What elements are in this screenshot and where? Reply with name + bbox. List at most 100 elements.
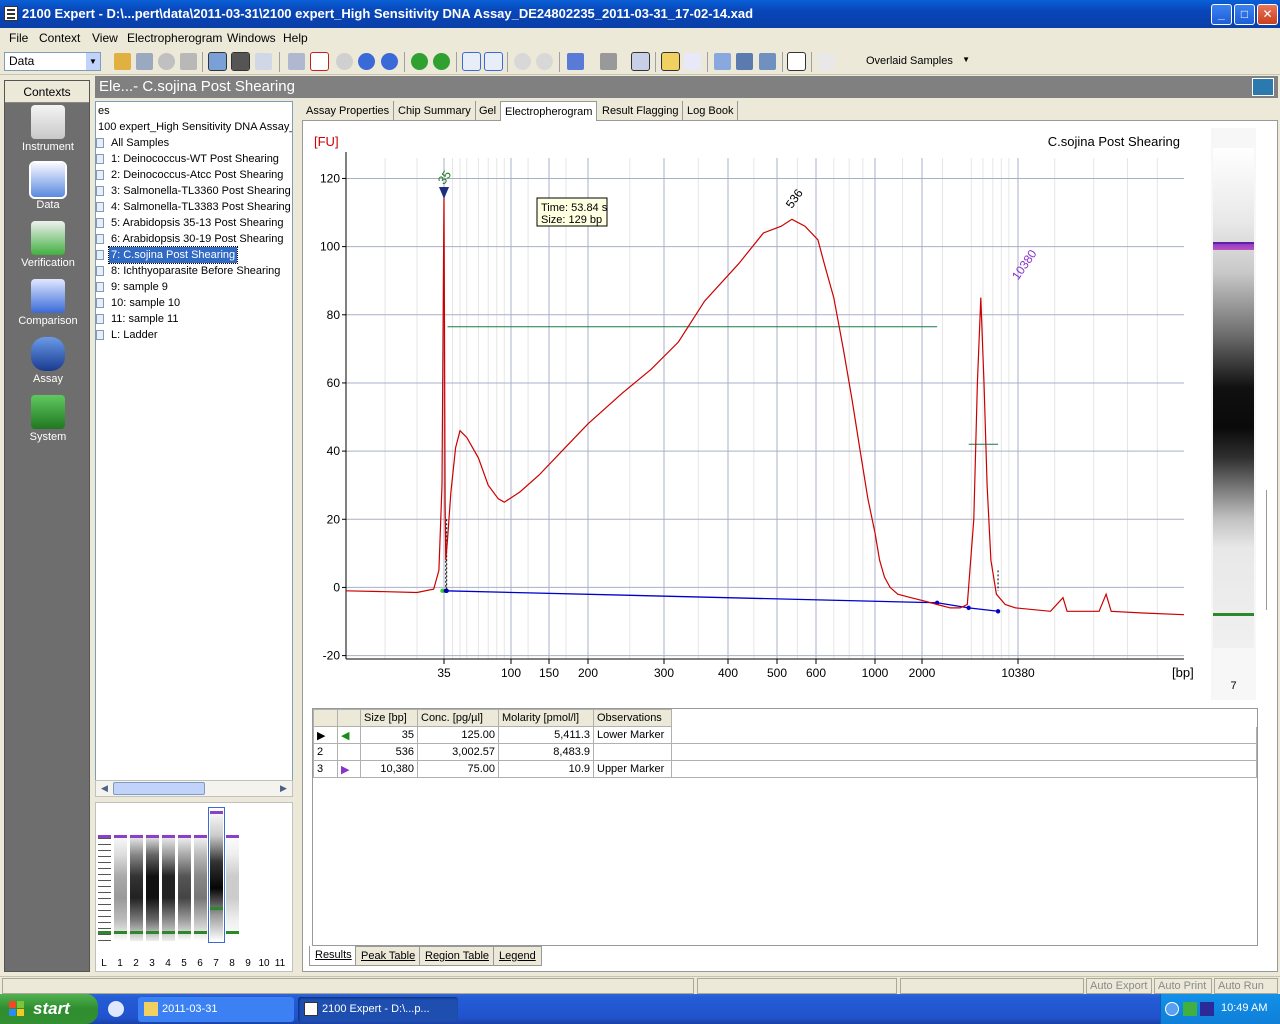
data-icon bbox=[29, 161, 67, 199]
cell-observation: Upper Marker bbox=[593, 760, 672, 778]
gel-lane[interactable] bbox=[274, 833, 287, 941]
menu-context[interactable]: Context bbox=[39, 31, 80, 45]
task-2100-expert[interactable]: 2100 Expert - D:\...p... bbox=[298, 997, 458, 1022]
gel-lane[interactable] bbox=[226, 833, 239, 941]
gel-lane[interactable] bbox=[194, 833, 207, 941]
forward-arrow-icon[interactable] bbox=[433, 53, 450, 70]
chart-overlay-icon[interactable] bbox=[787, 52, 806, 71]
print-icon[interactable] bbox=[180, 53, 197, 70]
monitor-icon[interactable] bbox=[736, 53, 753, 70]
hand-tool-icon[interactable] bbox=[600, 53, 617, 70]
stop-icon[interactable] bbox=[381, 53, 398, 70]
open-folder-icon[interactable] bbox=[114, 53, 131, 70]
context-assay[interactable]: Assay bbox=[5, 337, 91, 393]
peak-tool-icon[interactable] bbox=[567, 53, 584, 70]
grid-view-icon[interactable] bbox=[231, 52, 250, 71]
windows-icon[interactable] bbox=[759, 53, 776, 70]
sample-icon bbox=[96, 314, 104, 324]
tab-results[interactable]: Results bbox=[309, 946, 358, 966]
right-edge-scroll[interactable] bbox=[1266, 490, 1274, 610]
window-title: 2100 Expert - D:\...pert\data\2011-03-31… bbox=[22, 6, 754, 21]
window-corner-icon[interactable] bbox=[1252, 78, 1274, 96]
tab-assay-properties[interactable]: Assay Properties bbox=[302, 101, 395, 121]
system-tray: 10:49 AM bbox=[1160, 994, 1280, 1024]
task-explorer-folder[interactable]: 2011-03-31 bbox=[138, 997, 294, 1022]
gel-lane-label: 7 bbox=[213, 958, 219, 969]
menu-view[interactable]: View bbox=[92, 31, 118, 45]
back-arrow-icon[interactable] bbox=[411, 53, 428, 70]
menu-help[interactable]: Help bbox=[283, 31, 308, 45]
gel-lane[interactable] bbox=[114, 833, 127, 941]
tab-legend[interactable]: Legend bbox=[493, 946, 542, 966]
cell-molarity: 5,411.3 bbox=[498, 726, 594, 744]
pause-icon[interactable] bbox=[358, 53, 375, 70]
start-button[interactable]: start bbox=[0, 994, 98, 1024]
table-row[interactable]: 2 536 3,002.57 8,483.9 bbox=[313, 743, 1257, 761]
axis-tool-icon[interactable] bbox=[818, 53, 835, 70]
zoom-in-icon[interactable] bbox=[514, 53, 531, 70]
observations-header: Observations bbox=[593, 709, 672, 727]
table-icon[interactable] bbox=[714, 53, 731, 70]
close-button[interactable]: ✕ bbox=[1257, 4, 1278, 25]
single-view-icon[interactable] bbox=[462, 52, 481, 71]
compare-icon[interactable] bbox=[661, 52, 680, 71]
tray-expand-icon[interactable] bbox=[1165, 1002, 1179, 1016]
lower-marker-band bbox=[178, 931, 191, 934]
context-verification[interactable]: Verification bbox=[5, 221, 91, 277]
tile-view-icon[interactable] bbox=[484, 52, 503, 71]
gel-lane[interactable] bbox=[162, 833, 175, 941]
cell-size: 536 bbox=[360, 743, 418, 761]
save-icon[interactable] bbox=[136, 53, 153, 70]
minimize-button[interactable]: _ bbox=[1211, 4, 1232, 25]
gel-lane[interactable] bbox=[130, 833, 143, 941]
context-system-label: System bbox=[29, 431, 67, 443]
gel-lane[interactable] bbox=[208, 807, 225, 943]
scroll-thumb[interactable] bbox=[113, 782, 205, 795]
menu-file[interactable]: File bbox=[9, 31, 28, 45]
context-instrument[interactable]: Instrument bbox=[5, 105, 91, 161]
maximize-button[interactable]: □ bbox=[1234, 4, 1255, 25]
tab-gel[interactable]: Gel bbox=[475, 101, 502, 121]
properties-icon[interactable] bbox=[255, 53, 272, 70]
electropherogram-chart[interactable]: -20 0 20 40 60 80 100 120 35 100 150 200 300 400 500 60… bbox=[302, 120, 1207, 690]
sample-icon bbox=[96, 266, 104, 276]
quick-launch-ie-icon[interactable] bbox=[108, 1001, 124, 1017]
pen-tool-icon[interactable] bbox=[631, 52, 650, 71]
gel-lane[interactable] bbox=[258, 833, 271, 941]
tab-electropherogram[interactable]: Electropherogram bbox=[500, 101, 598, 121]
context-system[interactable]: System bbox=[5, 395, 91, 451]
overlay-select[interactable]: Overlaid Samples ▼ bbox=[862, 53, 974, 71]
scroll-left-icon[interactable]: ◀ bbox=[97, 782, 112, 795]
context-select[interactable]: Data ▼ bbox=[4, 52, 101, 71]
context-comparison[interactable]: Comparison bbox=[5, 279, 91, 335]
tab-log-book[interactable]: Log Book bbox=[683, 101, 739, 121]
status-auto-print: Auto Print bbox=[1154, 978, 1212, 994]
zoom-out-icon[interactable] bbox=[536, 53, 553, 70]
gel-lane[interactable] bbox=[146, 833, 159, 941]
tray-network-icon[interactable] bbox=[1183, 1002, 1197, 1016]
play-icon[interactable] bbox=[336, 53, 353, 70]
tray-security-icon[interactable] bbox=[1200, 1002, 1214, 1016]
gel-lane[interactable] bbox=[178, 833, 191, 941]
cell-size: 35 bbox=[360, 726, 418, 744]
menu-electropherogram[interactable]: Electropherogram bbox=[127, 31, 222, 45]
table-row[interactable]: 3 ▶ 10,380 75.00 10.9 Upper Marker bbox=[313, 760, 1257, 778]
disc-icon[interactable] bbox=[158, 53, 175, 70]
gel-lane[interactable] bbox=[98, 833, 111, 941]
electropherogram-icon[interactable] bbox=[310, 52, 329, 71]
tree-view-icon[interactable] bbox=[208, 52, 227, 71]
tab-peak-table[interactable]: Peak Table bbox=[355, 946, 422, 966]
scroll-right-icon[interactable]: ▶ bbox=[276, 782, 291, 795]
context-data[interactable]: Data bbox=[5, 161, 91, 219]
tab-region-table[interactable]: Region Table bbox=[419, 946, 496, 966]
gel-view-icon[interactable] bbox=[288, 53, 305, 70]
table-row[interactable]: ▶ ◀ 35 125.00 5,411.3 Lower Marker bbox=[313, 726, 1257, 744]
tree-horizontal-scrollbar[interactable]: ◀ ▶ bbox=[95, 780, 293, 797]
tab-result-flagging[interactable]: Result Flagging bbox=[598, 101, 684, 121]
menu-windows[interactable]: Windows bbox=[227, 31, 276, 45]
tab-chip-summary[interactable]: Chip Summary bbox=[394, 101, 476, 121]
gel-lane[interactable] bbox=[242, 833, 255, 941]
curve-icon[interactable] bbox=[684, 53, 701, 70]
marker-cell bbox=[337, 743, 361, 761]
cell-observation: Lower Marker bbox=[593, 726, 672, 744]
